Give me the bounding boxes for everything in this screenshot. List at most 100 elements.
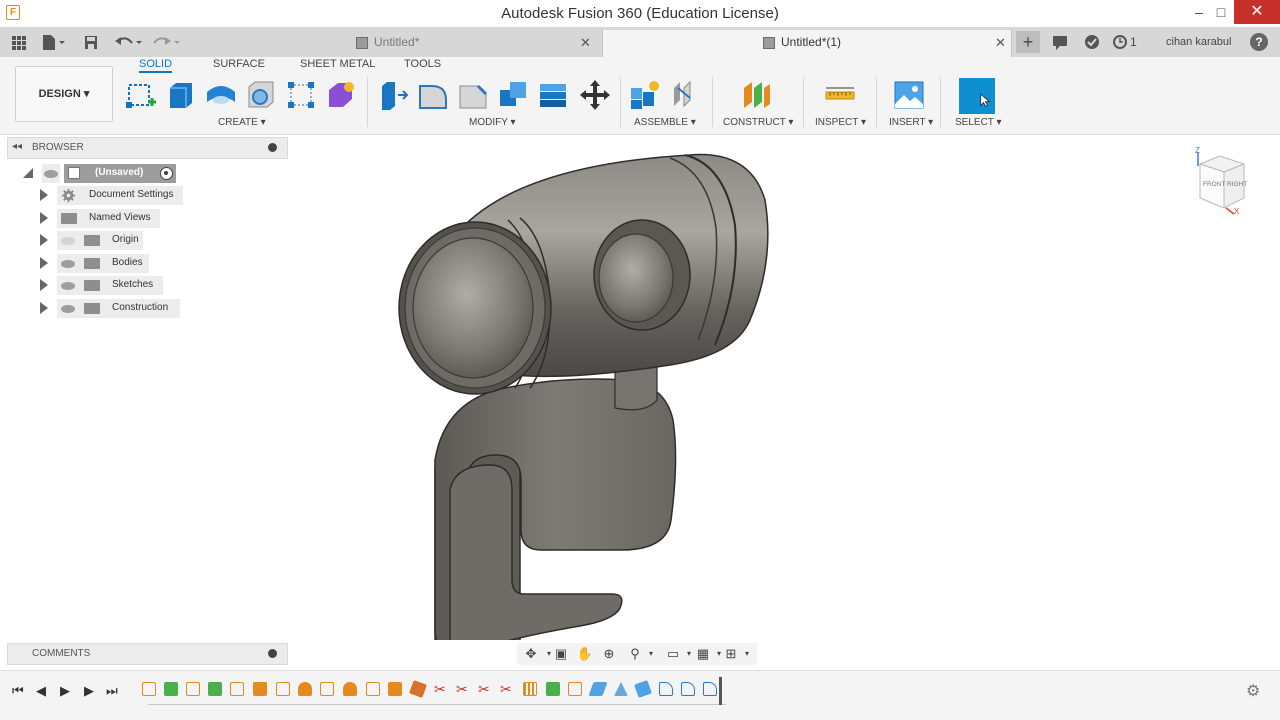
eye-hidden-icon[interactable] bbox=[61, 237, 75, 245]
step-back-icon[interactable]: ◀ bbox=[36, 683, 46, 699]
press-pull-icon[interactable] bbox=[376, 78, 410, 112]
tree-item-document-settings[interactable]: Document Settings bbox=[40, 186, 190, 205]
hole-icon[interactable] bbox=[244, 78, 278, 112]
pan-icon[interactable]: ✋ bbox=[575, 645, 595, 663]
timeline-revolve-icon[interactable] bbox=[298, 682, 312, 696]
timeline-fillet-icon[interactable] bbox=[703, 682, 717, 696]
undo-icon[interactable] bbox=[112, 32, 144, 52]
go-to-start-icon[interactable]: ⏮ bbox=[12, 683, 24, 699]
browser-root-row[interactable]: (Unsaved) bbox=[22, 164, 182, 183]
eye-icon[interactable] bbox=[61, 282, 75, 290]
help-icon[interactable]: ? bbox=[1250, 33, 1268, 51]
tree-item-construction[interactable]: Construction bbox=[40, 299, 185, 318]
notifications-icon[interactable] bbox=[1050, 33, 1070, 51]
timeline-sketch-icon[interactable] bbox=[276, 682, 290, 696]
tree-item-named-views[interactable]: Named Views bbox=[40, 209, 170, 228]
combine-icon[interactable] bbox=[496, 78, 530, 112]
pattern-icon[interactable] bbox=[284, 78, 318, 112]
go-to-end-icon[interactable]: ⏭ bbox=[106, 683, 118, 699]
play-icon[interactable]: ▶ bbox=[60, 683, 70, 699]
tab-sheet-metal[interactable]: SHEET METAL bbox=[300, 58, 375, 70]
tab-surface[interactable]: SURFACE bbox=[213, 58, 265, 70]
data-panel-icon[interactable] bbox=[1082, 33, 1102, 51]
insert-group-label[interactable]: INSERT ▾ bbox=[889, 117, 933, 128]
tree-item-origin[interactable]: Origin bbox=[40, 231, 150, 250]
select-group-label[interactable]: SELECT ▾ bbox=[955, 117, 1002, 128]
timeline-revolve-icon[interactable] bbox=[343, 682, 357, 696]
grid-icon[interactable] bbox=[10, 32, 28, 52]
timeline-extrude-icon[interactable] bbox=[253, 682, 267, 696]
eye-icon[interactable] bbox=[61, 260, 75, 268]
timeline-sketch-icon[interactable] bbox=[186, 682, 200, 696]
timeline-draft-icon[interactable] bbox=[614, 682, 628, 696]
file-icon[interactable] bbox=[40, 32, 68, 52]
tab-solid[interactable]: SOLID bbox=[139, 58, 173, 73]
document-tab-untitled[interactable]: Untitled* ✕ bbox=[190, 30, 600, 57]
expanded-triangle-icon[interactable] bbox=[22, 167, 34, 179]
timeline-plane-icon[interactable] bbox=[208, 682, 222, 696]
document-tab-untitled-1[interactable]: Untitled*(1) ✕ bbox=[602, 30, 1012, 57]
redo-icon[interactable] bbox=[150, 32, 182, 52]
expand-triangle-icon[interactable] bbox=[40, 279, 48, 291]
timeline-split-icon[interactable]: ✂ bbox=[478, 682, 492, 696]
timeline-fillet-icon[interactable] bbox=[659, 682, 673, 696]
tree-item-sketches[interactable]: Sketches bbox=[40, 276, 170, 295]
expand-triangle-icon[interactable] bbox=[40, 257, 48, 269]
browser-panel-header[interactable]: ◂◂ BROWSER bbox=[7, 137, 288, 159]
timeline-split-icon[interactable]: ✂ bbox=[456, 682, 470, 696]
job-status-icon[interactable] bbox=[1112, 33, 1128, 51]
timeline-move-icon[interactable] bbox=[634, 680, 652, 698]
expand-triangle-icon[interactable] bbox=[40, 234, 48, 246]
fillet-icon[interactable] bbox=[416, 78, 450, 112]
save-icon[interactable] bbox=[82, 32, 100, 52]
timeline-plane-icon[interactable] bbox=[546, 682, 560, 696]
inspect-group-label[interactable]: INSPECT ▾ bbox=[815, 117, 866, 128]
expand-triangle-icon[interactable] bbox=[40, 212, 48, 224]
offset-plane-icon[interactable] bbox=[740, 78, 774, 112]
shell-icon[interactable] bbox=[536, 78, 570, 112]
tab-tools[interactable]: TOOLS bbox=[404, 58, 441, 70]
webcam-3d-model[interactable] bbox=[380, 140, 800, 640]
expand-triangle-icon[interactable] bbox=[40, 302, 48, 314]
orbit-icon[interactable]: ✥ bbox=[521, 645, 541, 663]
workspace-switcher[interactable]: DESIGN ▾ bbox=[15, 66, 113, 122]
tree-item-bodies[interactable]: Bodies bbox=[40, 254, 155, 273]
step-forward-icon[interactable]: ▶ bbox=[84, 683, 94, 699]
timeline-split-icon[interactable]: ✂ bbox=[434, 682, 448, 696]
new-component-icon[interactable] bbox=[628, 78, 662, 112]
timeline-split-icon[interactable]: ✂ bbox=[500, 682, 514, 696]
measure-icon[interactable] bbox=[823, 78, 857, 112]
timeline-sketch-icon[interactable] bbox=[230, 682, 244, 696]
timeline-pattern-icon[interactable] bbox=[523, 682, 537, 696]
timeline-sketch-icon[interactable] bbox=[142, 682, 156, 696]
timeline-extrude-icon[interactable] bbox=[388, 682, 402, 696]
timeline-settings-gear-icon[interactable]: ⚙ bbox=[1246, 683, 1264, 701]
create-form-icon[interactable] bbox=[324, 78, 358, 112]
eye-icon[interactable] bbox=[44, 170, 58, 178]
chamfer-icon[interactable] bbox=[456, 78, 490, 112]
maximize-button[interactable]: □ bbox=[1208, 0, 1234, 24]
browser-minimize-icon[interactable] bbox=[268, 143, 277, 152]
new-tab-button[interactable]: + bbox=[1016, 31, 1040, 53]
revolve-icon[interactable] bbox=[204, 78, 238, 112]
timeline-plane-icon[interactable] bbox=[164, 682, 178, 696]
timeline-sketch-icon[interactable] bbox=[568, 682, 582, 696]
comments-panel-header[interactable]: COMMENTS bbox=[7, 643, 288, 665]
collapse-browser-icon[interactable]: ◂◂ bbox=[12, 141, 22, 152]
zoom-icon[interactable]: ⊕ bbox=[599, 645, 619, 663]
timeline-sketch-icon[interactable] bbox=[366, 682, 380, 696]
close-window-button[interactable]: ✕ bbox=[1234, 0, 1280, 24]
chevron-down-icon[interactable]: ▾ bbox=[641, 645, 661, 663]
eye-icon[interactable] bbox=[61, 305, 75, 313]
construct-group-label[interactable]: CONSTRUCT ▾ bbox=[723, 117, 793, 128]
create-sketch-icon[interactable] bbox=[124, 78, 158, 112]
job-count[interactable]: 1 bbox=[1130, 33, 1137, 51]
select-tool-icon[interactable] bbox=[959, 78, 995, 114]
view-cube[interactable]: FRONT RIGHT Z X bbox=[1192, 146, 1252, 216]
extrude-icon[interactable] bbox=[164, 78, 198, 112]
timeline-marker[interactable] bbox=[719, 677, 722, 705]
timeline-sketch-icon[interactable] bbox=[320, 682, 334, 696]
look-at-icon[interactable]: ▣ bbox=[551, 645, 571, 663]
timeline-combine-icon[interactable] bbox=[409, 680, 427, 698]
joint-icon[interactable] bbox=[668, 78, 702, 112]
